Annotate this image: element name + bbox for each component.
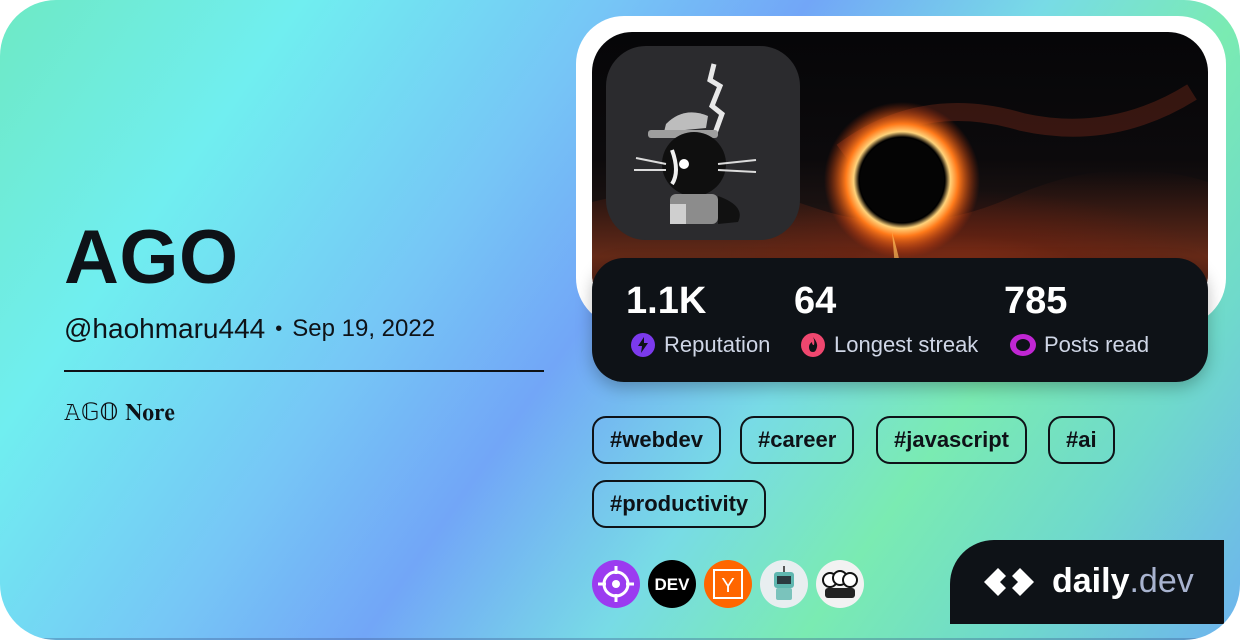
hacker-news-source-icon[interactable]: Y — [704, 560, 752, 608]
profile-handle[interactable]: @haohmaru444 — [64, 313, 265, 345]
dev-source-icon[interactable]: DEV — [648, 560, 696, 608]
streak-value: 64 — [794, 280, 837, 322]
lightning-icon — [630, 332, 656, 358]
daily-dev-badge[interactable]: daily.dev — [950, 540, 1224, 624]
brand-suffix: .dev — [1129, 562, 1194, 600]
posts-label: Posts read — [1044, 332, 1150, 357]
streak-label: Longest streak — [834, 332, 979, 357]
avatar-cat-icon — [634, 63, 757, 224]
stat-streak: 64 — [794, 280, 836, 323]
stat-reputation: 1.1K — [626, 280, 706, 323]
joined-date: Sep 19, 2022 — [292, 315, 436, 342]
tag-javascript[interactable]: #javascript — [876, 416, 1027, 464]
stats-panel: 1.1K Reputation 64 Longest streak 785 Po… — [592, 258, 1208, 382]
divider — [64, 370, 544, 372]
eye-icon — [1010, 332, 1036, 358]
crosshair-source-icon[interactable] — [592, 560, 640, 608]
tag-webdev[interactable]: #webdev — [592, 416, 721, 464]
reputation-label-row: Reputation — [630, 332, 770, 358]
avatar[interactable] — [606, 46, 800, 240]
separator-dot: • — [275, 317, 283, 340]
profile-name: AGO — [64, 215, 239, 300]
posts-label-row: Posts read — [1010, 332, 1149, 358]
handle-row: @haohmaru444 • Sep 19, 2022 — [64, 313, 435, 345]
tag-ai[interactable]: #ai — [1048, 416, 1115, 464]
daily-dev-wordmark: daily.dev — [1052, 562, 1194, 601]
mascots-source-icon[interactable] — [816, 560, 864, 608]
hacker-news-source-text: Y — [721, 575, 734, 597]
profile-card: AGO @haohmaru444 • Sep 19, 2022 𝙰𝔾𝕆 𝐍𝐨𝐫𝐞 — [0, 0, 1240, 640]
tag-career[interactable]: #career — [740, 416, 855, 464]
robot-source-icon[interactable] — [760, 560, 808, 608]
flame-icon — [800, 332, 826, 358]
reputation-value: 1.1K — [626, 280, 707, 322]
stat-posts: 785 — [1004, 280, 1067, 323]
profile-bio: 𝙰𝔾𝕆 𝐍𝐨𝐫𝐞 — [64, 399, 175, 426]
reputation-label: Reputation — [664, 332, 771, 357]
brand-name: daily — [1052, 562, 1130, 600]
streak-label-row: Longest streak — [800, 332, 978, 358]
daily-dev-logo-icon — [980, 564, 1044, 605]
dev-source-text: DEV — [655, 575, 691, 594]
posts-value: 785 — [1004, 280, 1068, 322]
tag-productivity[interactable]: #productivity — [592, 480, 767, 528]
